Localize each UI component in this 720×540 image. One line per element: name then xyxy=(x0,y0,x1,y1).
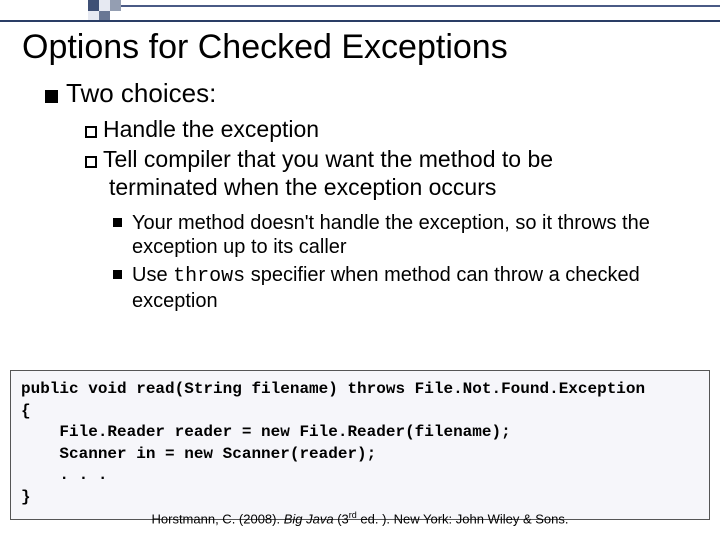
bullet-level1: Two choices: xyxy=(45,78,695,109)
slide-body: Two choices: Handle the exception Tell c… xyxy=(45,76,695,317)
header-decoration xyxy=(0,0,720,22)
slide-title: Options for Checked Exceptions xyxy=(22,28,508,67)
bullet-level2: Handle the exception xyxy=(85,115,695,143)
slide: Options for Checked Exceptions Two choic… xyxy=(0,0,720,540)
level2-text: Handle the exception xyxy=(103,116,319,142)
code-block: public void read(String filename) throws… xyxy=(10,370,710,520)
hollow-square-bullet-icon xyxy=(85,156,97,168)
citation: Horstmann, C. (2008). Big Java (3rd ed. … xyxy=(0,510,720,526)
hollow-square-bullet-icon xyxy=(85,126,97,138)
level3-text: Use throws specifier when method can thr… xyxy=(132,263,695,313)
inline-code: throws xyxy=(173,265,245,288)
bullet-level3: Your method doesn't handle the exception… xyxy=(113,211,695,259)
level2-text: Tell compiler that you want the method t… xyxy=(103,146,553,172)
bullet-level3: Use throws specifier when method can thr… xyxy=(113,263,695,313)
small-square-bullet-icon xyxy=(113,270,122,279)
level2-text-cont: terminated when the exception occurs xyxy=(85,173,695,201)
square-bullet-icon xyxy=(45,90,58,103)
level3-text: Your method doesn't handle the exception… xyxy=(132,211,695,259)
bullet-level2: Tell compiler that you want the method t… xyxy=(85,145,695,201)
citation-title: Big Java xyxy=(284,511,334,526)
level1-text: Two choices: xyxy=(66,78,216,108)
small-square-bullet-icon xyxy=(113,218,122,227)
